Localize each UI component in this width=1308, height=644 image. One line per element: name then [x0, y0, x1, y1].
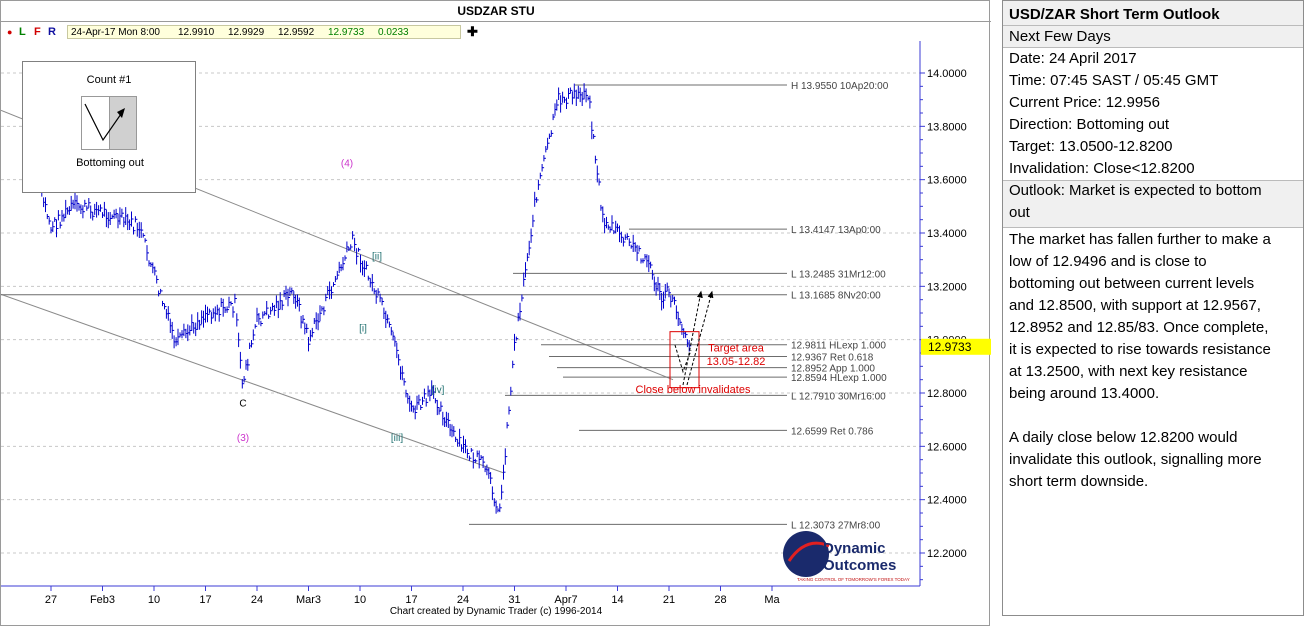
body-line: being around 13.4000.	[1009, 385, 1160, 402]
level-label: 12.9367 Ret 0.618	[791, 353, 874, 364]
wave-label: (3)	[237, 433, 249, 444]
chart-footer: Chart created by Dynamic Trader (c) 1996…	[390, 606, 603, 617]
separator	[1003, 47, 1303, 48]
chart-toolbar: ● L F R 24-Apr-17 Mon 8:00 12.9910 12.99…	[1, 23, 991, 41]
level-label: L 13.1685 8Nv20:00	[791, 291, 881, 302]
body-line: it is expected to rise towards resistanc…	[1009, 341, 1271, 358]
y-tick-label: 13.4000	[927, 228, 967, 240]
wave-label: [i]	[359, 324, 367, 335]
separator	[1003, 25, 1303, 26]
y-tick-label: 12.2000	[927, 548, 967, 560]
separator	[1003, 227, 1303, 228]
wave-label: [iii]	[391, 433, 403, 444]
bar-high: 12.9929	[228, 27, 265, 38]
bar-open: 12.9910	[178, 27, 215, 38]
level-label: L 12.7910 30Mr16:00	[791, 391, 886, 402]
title-separator	[1, 21, 991, 22]
body-line: 12.8952 and 12.85/83. Once complete,	[1009, 319, 1269, 336]
body-line: invalidate this outlook, signalling more	[1009, 451, 1262, 468]
x-tick-label: 21	[663, 594, 675, 606]
outlook-summary-line2: out	[1009, 204, 1030, 221]
wave-label: [iv]	[432, 385, 445, 396]
bar-low: 12.9592	[278, 27, 315, 38]
outlook-title: USD/ZAR Short Term Outlook	[1009, 6, 1220, 23]
level-label: L 13.4147 13Ap0:00	[791, 225, 881, 236]
body-line: and 12.8500, with support at 12.9567,	[1009, 297, 1261, 314]
outlook-date: Date: 24 April 2017	[1009, 50, 1137, 67]
outlook-current-price: Current Price: 12.9956	[1009, 94, 1160, 111]
record-icon[interactable]: ●	[7, 27, 12, 37]
wave-label: [ii]	[372, 252, 382, 263]
wave-label: (4)	[341, 158, 353, 169]
x-tick-label: 27	[45, 594, 57, 606]
outlook-time: Time: 07:45 SAST / 05:45 GMT	[1009, 72, 1219, 89]
x-tick-label: 31	[508, 594, 520, 606]
body-line: A daily close below 12.8200 would	[1009, 429, 1238, 446]
toolbar-r-button[interactable]: R	[48, 26, 56, 38]
logo-tagline: TAKING CONTROL OF TOMORROW'S FOREX TODAY	[797, 577, 910, 582]
invalidation-note: Close below invalidates	[636, 384, 751, 396]
logo-text-line1: Dynamic	[823, 540, 886, 557]
bar-change: 0.0233	[378, 27, 409, 38]
count-legend-box: Count #1 Bottoming out	[22, 61, 196, 193]
current-price-label: 12.9733	[928, 340, 972, 354]
chart-panel: 14.000013.800013.600013.400013.200013.00…	[0, 0, 991, 626]
body-line: The market has fallen further to make a	[1009, 231, 1271, 248]
level-label: 12.6599 Ret 0.786	[791, 426, 874, 437]
level-label: L 13.2485 31Mr12:00	[791, 269, 886, 280]
y-tick-label: 12.6000	[927, 441, 967, 453]
body-spacer	[1009, 405, 1299, 427]
outlook-summary-line1: Outlook: Market is expected to bottom	[1009, 182, 1262, 199]
target-area-title: Target area	[708, 343, 765, 355]
bottoming-pattern-icon	[81, 96, 137, 150]
outlook-panel: USD/ZAR Short Term Outlook Next Few Days…	[1002, 0, 1304, 616]
x-tick-label: 14	[611, 594, 623, 606]
wave-label: C	[239, 398, 246, 409]
level-label: H 13.9550 10Ap20:00	[791, 81, 889, 92]
y-tick-label: 12.8000	[927, 388, 967, 400]
toolbar-f-button[interactable]: F	[34, 26, 41, 38]
target-area-range: 13.05-12.82	[707, 356, 766, 368]
outlook-subtitle: Next Few Days	[1009, 28, 1111, 45]
x-tick-label: Feb3	[90, 594, 115, 606]
x-tick-label: 24	[251, 594, 263, 606]
body-line: low of 12.9496 and is close to	[1009, 253, 1207, 270]
y-tick-label: 13.6000	[927, 175, 967, 187]
level-label: 12.8594 HLexp 1.000	[791, 373, 887, 384]
x-tick-label: 17	[405, 594, 417, 606]
add-icon[interactable]: ✚	[467, 24, 478, 40]
x-tick-label: 24	[457, 594, 469, 606]
projection-arrow-1	[682, 290, 703, 386]
y-tick-label: 14.0000	[927, 68, 967, 80]
body-line: bottoming out between current levels	[1009, 275, 1255, 292]
count-title: Count #1	[86, 74, 132, 86]
bar-datetime: 24-Apr-17 Mon 8:00	[71, 27, 160, 38]
x-tick-label: 28	[714, 594, 726, 606]
logo-text-line2: Outcomes	[823, 557, 896, 574]
outlook-target: Target: 13.0500-12.8200	[1009, 138, 1173, 155]
ohlc-info-bar: 24-Apr-17 Mon 8:00 12.9910 12.9929 12.95…	[67, 25, 461, 39]
y-tick-label: 12.4000	[927, 495, 967, 507]
level-label: 12.9811 HLexp 1.000	[791, 341, 886, 352]
level-label: L 12.3073 27Mr8:00	[791, 520, 881, 531]
outlook-direction: Direction: Bottoming out	[1009, 116, 1170, 133]
body-line: short term downside.	[1009, 473, 1149, 490]
x-tick-label: Mar3	[296, 594, 321, 606]
x-tick-label: 17	[199, 594, 211, 606]
body-line: at 13.2500, with next key resistance	[1009, 363, 1248, 380]
x-tick-label: 10	[354, 594, 366, 606]
outlook-body: The market has fallen further to make a …	[1009, 229, 1299, 493]
y-tick-label: 13.8000	[927, 121, 967, 133]
chart-title: USDZAR STU	[457, 4, 535, 18]
x-tick-label: Ma	[764, 594, 780, 606]
x-tick-label: 10	[148, 594, 160, 606]
outlook-invalidation: Invalidation: Close<12.8200	[1009, 160, 1195, 177]
y-tick-label: 13.2000	[927, 281, 967, 293]
toolbar-l-button[interactable]: L	[19, 26, 26, 38]
trendline-lower	[1, 293, 505, 474]
bar-close: 12.9733	[328, 27, 365, 38]
count-description: Bottoming out	[76, 157, 144, 169]
x-tick-label: Apr7	[554, 594, 577, 606]
